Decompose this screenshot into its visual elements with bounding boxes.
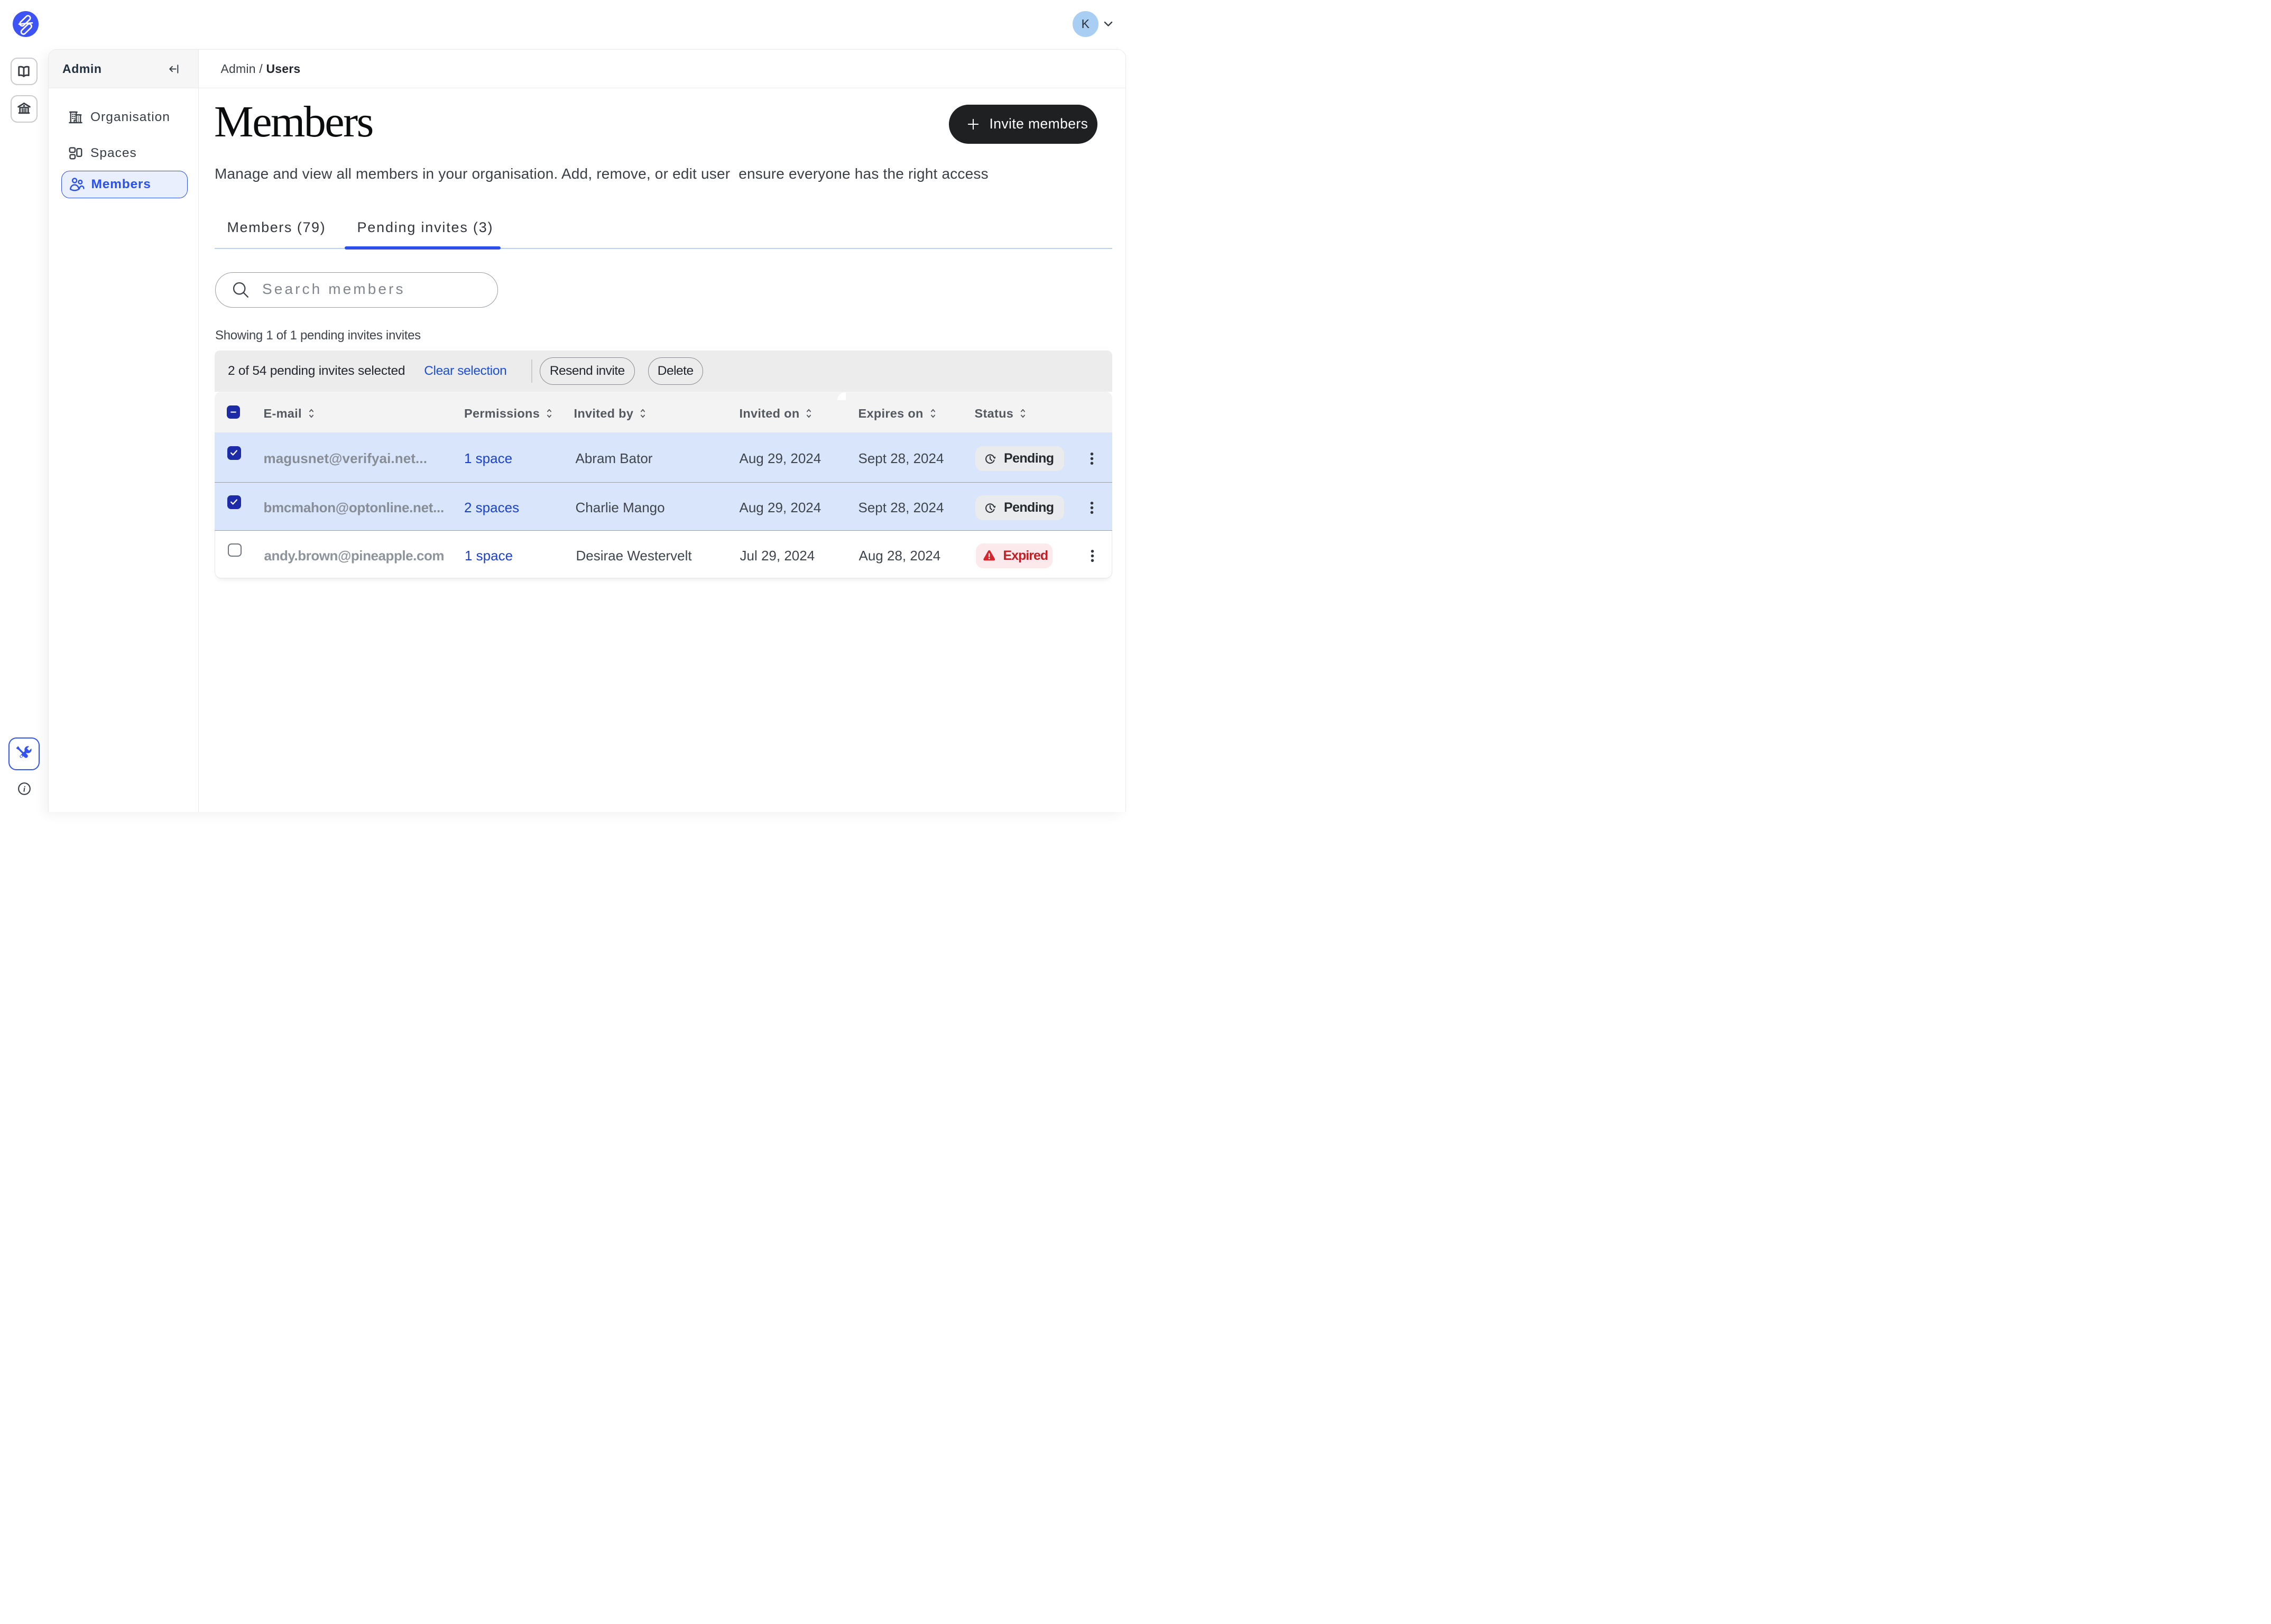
svg-text:i: i [23,785,25,793]
